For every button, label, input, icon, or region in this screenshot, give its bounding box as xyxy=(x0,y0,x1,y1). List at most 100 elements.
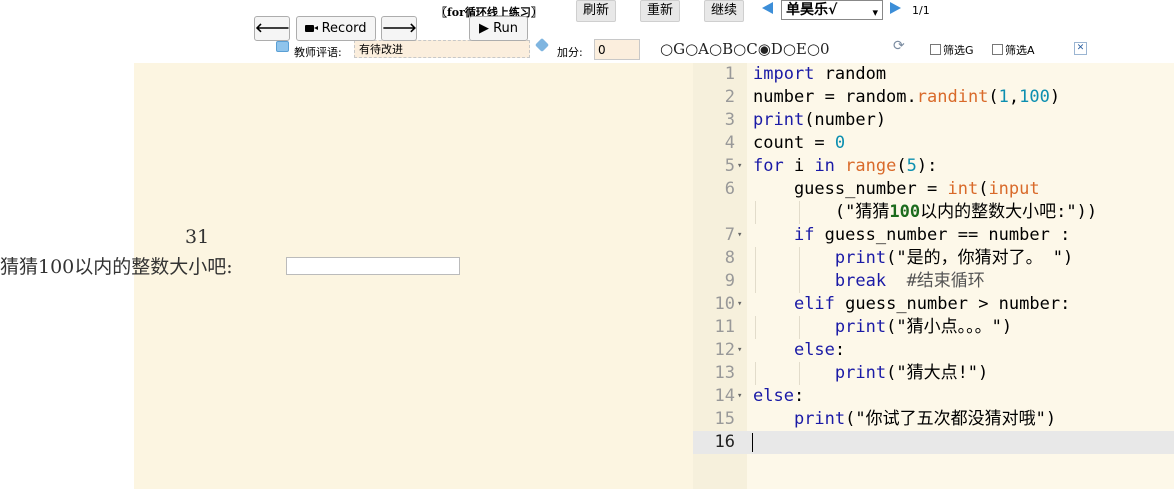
line-number: 3 xyxy=(724,110,735,130)
close-icon[interactable]: ✕ xyxy=(1074,42,1087,55)
line-number: 16 xyxy=(714,432,735,452)
code-line[interactable]: 11 print("猜小点。。。") xyxy=(693,316,1174,339)
code-text: print("猜小点。。。") xyxy=(834,317,1013,337)
next-student-icon[interactable] xyxy=(890,2,901,14)
line-number: 5 xyxy=(724,156,735,176)
code-text: ("猜猜100以内的整数大小吧:")) xyxy=(753,202,1098,222)
prev-step-button[interactable]: 🡐 xyxy=(254,16,290,41)
code-line[interactable]: 13 print("猜大点!") xyxy=(693,362,1174,385)
line-number: 2 xyxy=(724,87,735,107)
code-text: print("猜大点!") xyxy=(834,363,989,383)
grade-radio-B[interactable]: ○B xyxy=(709,40,733,58)
code-line[interactable]: 12 ▾ else: xyxy=(693,339,1174,362)
code-text: count = 0 xyxy=(753,133,846,153)
program-input-field[interactable] xyxy=(286,257,460,275)
bonus-input[interactable] xyxy=(594,39,640,60)
line-number: 13 xyxy=(714,363,735,383)
grade-radio-E[interactable]: ○E xyxy=(783,40,807,58)
code-line[interactable]: 5 ▾ for i in range(5): xyxy=(693,155,1174,178)
code-line[interactable]: 8 print("是的，你猜对了。 ") xyxy=(693,247,1174,270)
checkbox-icon[interactable] xyxy=(992,44,1003,55)
arrow-right-icon: 🡒 xyxy=(382,21,417,36)
code-line[interactable]: 7 ▾ if guess_number == number : xyxy=(693,224,1174,247)
fold-toggle-icon[interactable]: ▾ xyxy=(737,385,742,408)
code-line[interactable]: 1 import random xyxy=(693,63,1174,86)
code-line[interactable]: 9 break #结束循环 xyxy=(693,270,1174,293)
code-line[interactable]: 15 print("你试了五次都没猜对哦") xyxy=(693,408,1174,431)
code-editor[interactable]: 1 import random 2 number = random.randint(1… xyxy=(693,63,1174,489)
grade-radio-group: ○G○A○B○C◉D○E○0 xyxy=(660,40,830,58)
code-text: print(number) xyxy=(753,110,887,130)
record-label: Record xyxy=(321,21,367,36)
continue-button[interactable]: 继续 xyxy=(704,0,745,22)
code-line[interactable]: 16 xyxy=(693,431,1174,454)
filter-a-label: 筛选A xyxy=(1005,44,1035,57)
tag-icon xyxy=(534,37,550,53)
fold-toggle-icon[interactable]: ▾ xyxy=(737,155,742,178)
grade-radio-C[interactable]: ○C xyxy=(733,40,758,58)
record-button[interactable]: Record xyxy=(296,16,376,41)
run-button[interactable]: ▶ Run xyxy=(469,16,528,41)
code-line[interactable]: 10 ▾ elif guess_number > number: xyxy=(693,293,1174,316)
comment-label: 教师评语: xyxy=(294,46,342,59)
fold-toggle-icon[interactable]: ▾ xyxy=(737,293,742,316)
code-text: else: xyxy=(793,340,846,360)
code-text: else: xyxy=(753,386,805,406)
grade-radio-A[interactable]: ○A xyxy=(685,40,709,58)
line-number: 10 xyxy=(714,294,735,314)
line-number: 12 xyxy=(714,340,735,360)
run-label: Run xyxy=(493,21,519,36)
code-text: guess_number = int(input xyxy=(753,179,1040,199)
code-text: number = random.randint(1,100) xyxy=(753,87,1061,107)
arrow-left-icon: 🡐 xyxy=(255,21,290,36)
line-number: 4 xyxy=(724,133,735,153)
line-number: 15 xyxy=(714,409,735,429)
page-counter: 1/1 xyxy=(912,4,930,17)
chevron-down-icon: ▾ xyxy=(872,6,878,19)
next-step-button[interactable]: 🡒 xyxy=(381,16,417,41)
checkbox-icon[interactable] xyxy=(930,44,941,55)
line-number: 7 xyxy=(724,225,735,245)
filter-a-checkbox[interactable]: 筛选A xyxy=(992,42,1035,58)
code-line[interactable]: 4 count = 0 xyxy=(693,132,1174,155)
code-line[interactable]: 6 guess_number = int(input xyxy=(693,178,1174,201)
code-text: import random xyxy=(753,64,887,84)
line-number: 9 xyxy=(724,271,735,291)
code-text: if guess_number == number : xyxy=(793,225,1071,245)
grade-radio-0[interactable]: ○0 xyxy=(807,40,830,58)
output-prompt: 猜猜100以内的整数大小吧: xyxy=(0,256,233,278)
comment-input[interactable] xyxy=(354,40,530,58)
comment-icon xyxy=(276,41,289,52)
prev-student-icon[interactable] xyxy=(762,2,773,14)
reset-button[interactable]: 重新 xyxy=(640,0,681,22)
code-line[interactable]: 2 number = random.randint(1,100) xyxy=(693,86,1174,109)
code-text: elif guess_number > number: xyxy=(793,294,1071,314)
code-text: break #结束循环 xyxy=(834,271,985,291)
text-cursor xyxy=(752,433,753,452)
bonus-label: 加分: xyxy=(557,46,583,59)
code-text: print("你试了五次都没猜对哦") xyxy=(793,409,1057,429)
student-select[interactable]: 单昊乐√ ▾ xyxy=(781,0,883,20)
grade-radio-G[interactable]: ○G xyxy=(660,40,685,58)
refresh-icon[interactable]: ⟳ xyxy=(893,38,905,54)
grade-radio-D[interactable]: ◉D xyxy=(758,40,783,58)
output-number: 31 xyxy=(185,226,210,248)
code-text: for i in range(5): xyxy=(753,156,938,176)
fold-toggle-icon[interactable]: ▾ xyxy=(737,339,742,362)
line-number: 14 xyxy=(714,386,735,406)
code-line[interactable]: ("猜猜100以内的整数大小吧:")) xyxy=(693,201,1174,224)
line-number: 6 xyxy=(724,179,735,199)
line-number: 8 xyxy=(724,248,735,268)
filter-g-checkbox[interactable]: 筛选G xyxy=(930,42,974,58)
student-name: 单昊乐√ xyxy=(786,2,838,18)
code-line[interactable]: 3 print(number) xyxy=(693,109,1174,132)
code-text: print("是的，你猜对了。 ") xyxy=(834,248,1074,268)
line-number: 11 xyxy=(714,317,735,337)
video-camera-icon xyxy=(305,25,319,32)
refresh-button[interactable]: 刷新 xyxy=(576,0,617,22)
code-line[interactable]: 14 ▾ else: xyxy=(693,385,1174,408)
fold-toggle-icon[interactable]: ▾ xyxy=(737,224,742,247)
line-number: 1 xyxy=(724,64,735,84)
play-icon: ▶ xyxy=(478,21,489,36)
filter-g-label: 筛选G xyxy=(943,44,974,57)
